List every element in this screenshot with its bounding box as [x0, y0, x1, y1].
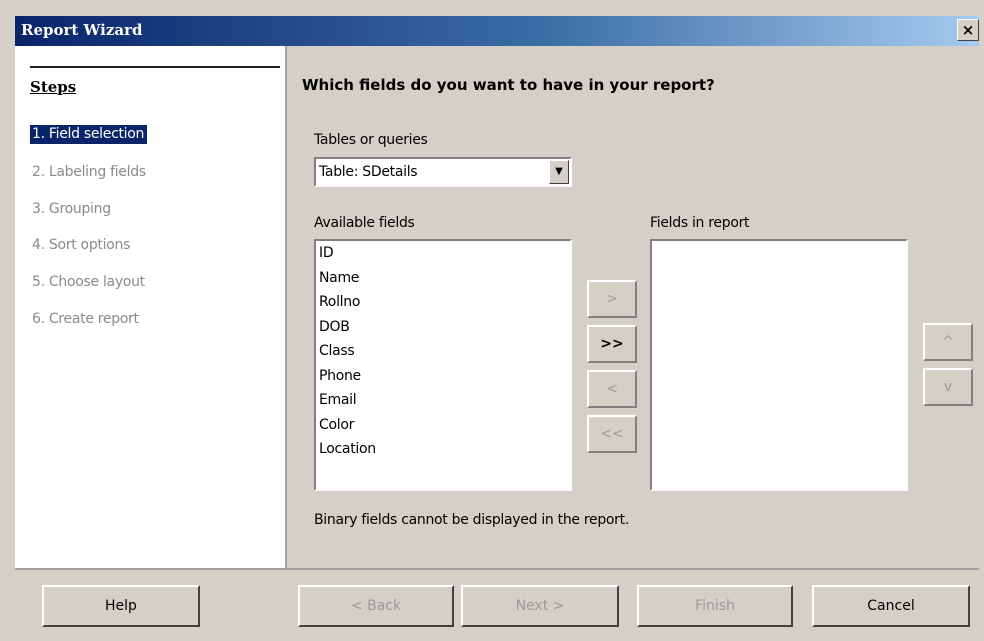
chevron-down-icon[interactable]: ▼ — [549, 160, 569, 184]
add-field-button[interactable]: > — [587, 280, 637, 318]
tables-select-value: Table: SDetails — [319, 164, 418, 180]
cancel-button[interactable]: Cancel — [812, 585, 970, 627]
report-fields-list[interactable] — [650, 239, 908, 491]
page-title: Which fields do you want to have in your… — [302, 76, 715, 94]
list-item[interactable]: Color — [316, 413, 570, 438]
back-button[interactable]: < Back — [298, 585, 454, 627]
step-choose-layout[interactable]: 5. Choose layout — [30, 273, 148, 292]
step-create-report[interactable]: 6. Create report — [30, 310, 142, 329]
move-up-button[interactable]: ^ — [923, 323, 973, 361]
steps-heading: Steps — [30, 78, 77, 96]
help-button[interactable]: Help — [42, 585, 200, 627]
step-sort-options[interactable]: 4. Sort options — [30, 236, 133, 255]
step-grouping[interactable]: 3. Grouping — [30, 200, 114, 219]
list-item[interactable]: Location — [316, 437, 570, 462]
window-title: Report Wizard — [21, 21, 143, 39]
list-item[interactable]: ID — [316, 241, 570, 266]
title-bar[interactable]: Report Wizard × — [15, 16, 979, 46]
report-wizard-dialog: Report Wizard × Steps 1. Field selection… — [0, 0, 984, 641]
step-field-selection[interactable]: 1. Field selection — [30, 125, 148, 144]
available-fields-list[interactable]: ID Name Rollno DOB Class Phone Email Col… — [314, 239, 572, 491]
report-fields-label: Fields in report — [650, 215, 750, 231]
list-item[interactable]: Rollno — [316, 290, 570, 315]
list-item[interactable]: Name — [316, 266, 570, 291]
list-item[interactable]: Class — [316, 339, 570, 364]
list-item[interactable]: Email — [316, 388, 570, 413]
available-fields-label: Available fields — [314, 215, 415, 231]
remove-field-button[interactable]: < — [587, 370, 637, 408]
finish-button[interactable]: Finish — [637, 585, 793, 627]
remove-all-fields-button[interactable]: << — [587, 415, 637, 453]
step-labeling-fields[interactable]: 2. Labeling fields — [30, 163, 149, 182]
list-item[interactable]: Phone — [316, 364, 570, 389]
tables-label: Tables or queries — [314, 132, 428, 148]
next-button[interactable]: Next > — [461, 585, 619, 627]
move-down-button[interactable]: v — [923, 368, 973, 406]
list-item[interactable]: DOB — [316, 315, 570, 340]
tables-select[interactable]: Table: SDetails ▼ — [314, 157, 572, 187]
steps-panel: Steps 1. Field selection 2. Labeling fie… — [15, 46, 287, 568]
binary-fields-note: Binary fields cannot be displayed in the… — [314, 512, 629, 528]
close-icon[interactable]: × — [957, 19, 979, 41]
add-all-fields-button[interactable]: >> — [587, 325, 637, 363]
steps-divider — [30, 66, 280, 68]
footer-divider — [15, 568, 979, 570]
